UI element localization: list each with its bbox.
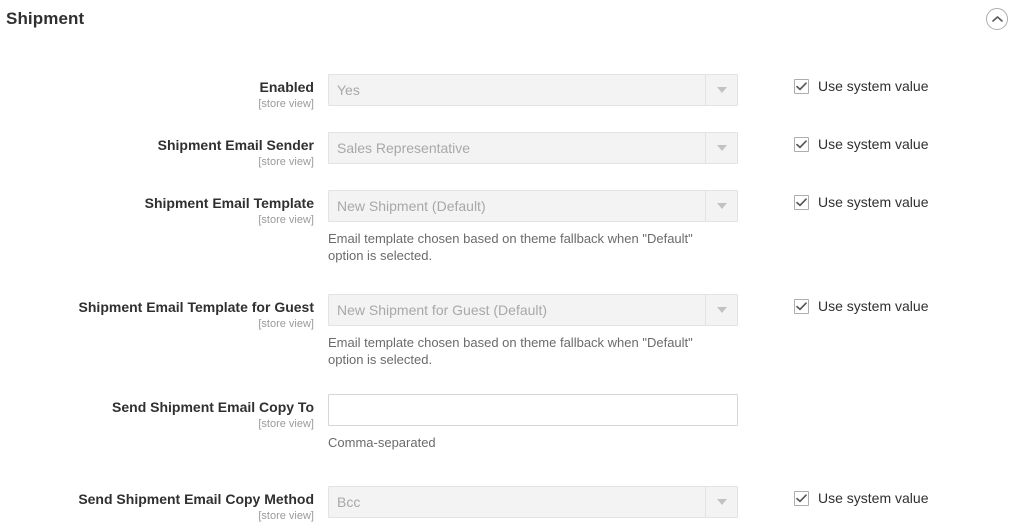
field-label: Send Shipment Email Copy Method[store vi… (0, 486, 328, 523)
field-label-text: Send Shipment Email Copy To (0, 399, 314, 416)
field-note: Comma-separated (328, 434, 728, 451)
field-label: Shipment Email Sender[store view] (0, 132, 328, 169)
use-system-value-toggle[interactable]: Use system value (794, 490, 928, 506)
field-label-text: Shipment Email Sender (0, 137, 314, 154)
use-system-value-checkbox[interactable] (794, 137, 809, 152)
select-value: Yes (329, 75, 360, 105)
field-row: Shipment Email Template[store view]New S… (0, 190, 1024, 264)
field-row: Shipment Email Sender[store view]Sales R… (0, 132, 1024, 169)
use-system-value-label: Use system value (818, 490, 928, 506)
field-label: Send Shipment Email Copy To[store view] (0, 394, 328, 431)
field-scope-label: [store view] (0, 317, 314, 331)
field-note: Email template chosen based on theme fal… (328, 230, 728, 264)
page-title: Shipment (6, 9, 84, 29)
field-row: Send Shipment Email Copy To[store view]C… (0, 394, 1024, 451)
use-system-value-checkbox[interactable] (794, 79, 809, 94)
use-system-value-toggle[interactable]: Use system value (794, 298, 928, 314)
use-system-value-toggle[interactable]: Use system value (794, 78, 928, 94)
chevron-up-circle-icon[interactable] (986, 8, 1008, 30)
use-system-value-checkbox[interactable] (794, 299, 809, 314)
use-system-value-checkbox[interactable] (794, 195, 809, 210)
input-send-shipment-email-copy-to[interactable] (328, 394, 738, 426)
select-shipment-email-template-for-guest: New Shipment for Guest (Default) (328, 294, 738, 326)
select-value: Sales Representative (329, 133, 470, 163)
field-scope-label: [store view] (0, 509, 314, 523)
use-system-value-checkbox[interactable] (794, 491, 809, 506)
select-value: New Shipment (Default) (329, 191, 486, 221)
field-control: Sales Representative (328, 132, 738, 164)
field-label-text: Shipment Email Template for Guest (0, 299, 314, 316)
select-send-shipment-email-copy-method: Bcc (328, 486, 738, 518)
field-scope-label: [store view] (0, 417, 314, 431)
select-enabled: Yes (328, 74, 738, 106)
select-shipment-email-sender: Sales Representative (328, 132, 738, 164)
use-system-value-label: Use system value (818, 78, 928, 94)
field-note: Email template chosen based on theme fal… (328, 334, 728, 368)
chevron-down-icon (705, 191, 737, 221)
chevron-down-icon (705, 75, 737, 105)
field-label-text: Shipment Email Template (0, 195, 314, 212)
field-control: Comma-separated (328, 394, 738, 451)
use-system-value-label: Use system value (818, 194, 928, 210)
field-row: Shipment Email Template for Guest[store … (0, 294, 1024, 368)
chevron-down-icon (705, 487, 737, 517)
field-scope-label: [store view] (0, 213, 314, 227)
section-header-shipment[interactable]: Shipment (0, 0, 1024, 38)
field-row: Enabled[store view]YesUse system value (0, 74, 1024, 111)
chevron-down-icon (705, 295, 737, 325)
use-system-value-label: Use system value (818, 298, 928, 314)
use-system-value-label: Use system value (818, 136, 928, 152)
select-shipment-email-template: New Shipment (Default) (328, 190, 738, 222)
use-system-value-toggle[interactable]: Use system value (794, 136, 928, 152)
field-label: Shipment Email Template for Guest[store … (0, 294, 328, 331)
field-label: Shipment Email Template[store view] (0, 190, 328, 227)
field-control: Bcc (328, 486, 738, 518)
select-value: New Shipment for Guest (Default) (329, 295, 547, 325)
chevron-down-icon (705, 133, 737, 163)
field-control: Yes (328, 74, 738, 106)
use-system-value-toggle[interactable]: Use system value (794, 194, 928, 210)
field-control: New Shipment for Guest (Default) Email te… (328, 294, 738, 368)
field-scope-label: [store view] (0, 97, 314, 111)
field-label-text: Enabled (0, 79, 314, 96)
field-control: New Shipment (Default) Email template cho… (328, 190, 738, 264)
field-label: Enabled[store view] (0, 74, 328, 111)
field-row: Send Shipment Email Copy Method[store vi… (0, 486, 1024, 523)
select-value: Bcc (329, 487, 360, 517)
field-scope-label: [store view] (0, 155, 314, 169)
field-label-text: Send Shipment Email Copy Method (0, 491, 314, 508)
